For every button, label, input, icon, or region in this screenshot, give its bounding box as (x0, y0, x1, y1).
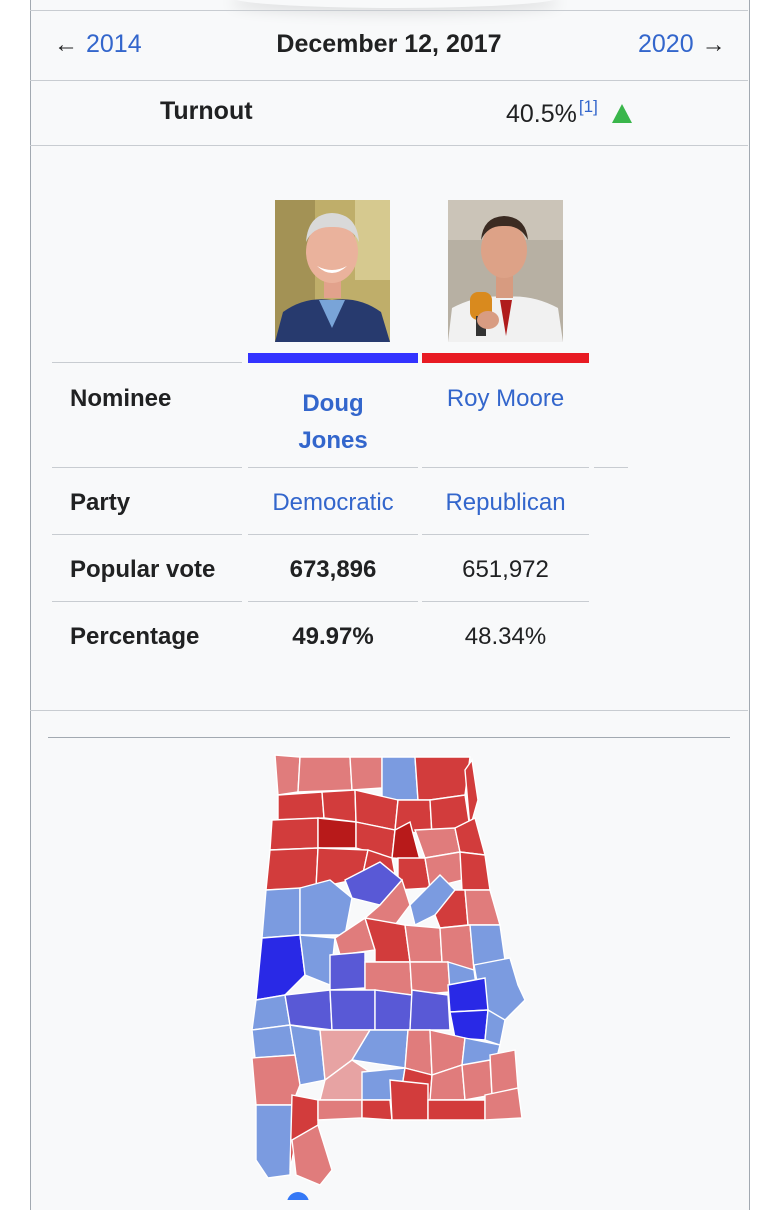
county[interactable] (317, 1099, 363, 1121)
county[interactable] (349, 756, 383, 791)
county[interactable] (317, 817, 357, 849)
county[interactable] (363, 917, 411, 963)
county[interactable] (409, 989, 451, 1031)
county[interactable] (269, 817, 319, 851)
county[interactable] (459, 851, 491, 891)
county[interactable] (251, 994, 291, 1031)
county[interactable] (251, 1024, 296, 1059)
county[interactable] (381, 756, 419, 801)
county[interactable] (374, 989, 413, 1031)
county[interactable] (329, 951, 366, 991)
county[interactable] (414, 756, 471, 801)
county[interactable] (427, 1099, 486, 1121)
county[interactable] (389, 1079, 429, 1121)
location-pin-icon (287, 1192, 309, 1210)
county[interactable] (464, 889, 501, 926)
county[interactable] (404, 924, 443, 963)
county[interactable] (255, 1104, 293, 1179)
county[interactable] (265, 847, 319, 891)
county[interactable] (404, 1029, 433, 1076)
county[interactable] (361, 1099, 393, 1121)
county[interactable] (284, 989, 333, 1031)
county[interactable] (329, 989, 376, 1031)
county[interactable] (255, 934, 306, 1001)
county[interactable] (321, 789, 357, 823)
county[interactable] (297, 756, 353, 793)
county[interactable] (277, 791, 325, 821)
county[interactable] (299, 879, 353, 936)
county[interactable] (261, 887, 301, 939)
county[interactable] (274, 754, 301, 796)
county-results-map[interactable] (0, 0, 778, 1210)
